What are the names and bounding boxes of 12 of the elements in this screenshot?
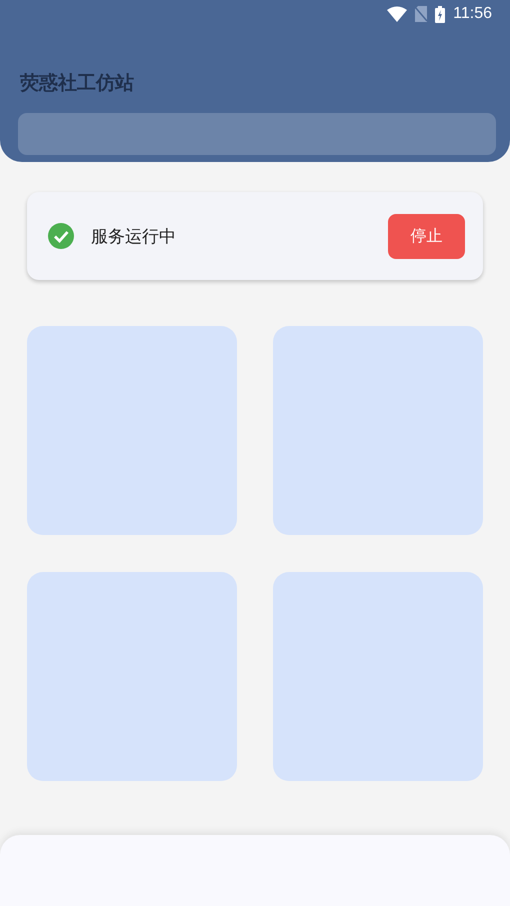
tile[interactable] <box>27 572 237 781</box>
no-sim-icon <box>415 6 428 22</box>
tile[interactable] <box>273 572 483 781</box>
wifi-icon <box>387 6 408 22</box>
battery-charging-icon <box>435 6 446 22</box>
tile[interactable] <box>27 326 237 535</box>
app-title: 荧惑社工仿站 <box>20 71 135 96</box>
clock-time: 11:56 <box>453 5 492 23</box>
search-field[interactable] <box>18 113 496 155</box>
service-status: 服务运行中 <box>91 226 177 248</box>
tile[interactable] <box>273 326 483 535</box>
stop-button[interactable]: 停止 <box>388 214 465 258</box>
